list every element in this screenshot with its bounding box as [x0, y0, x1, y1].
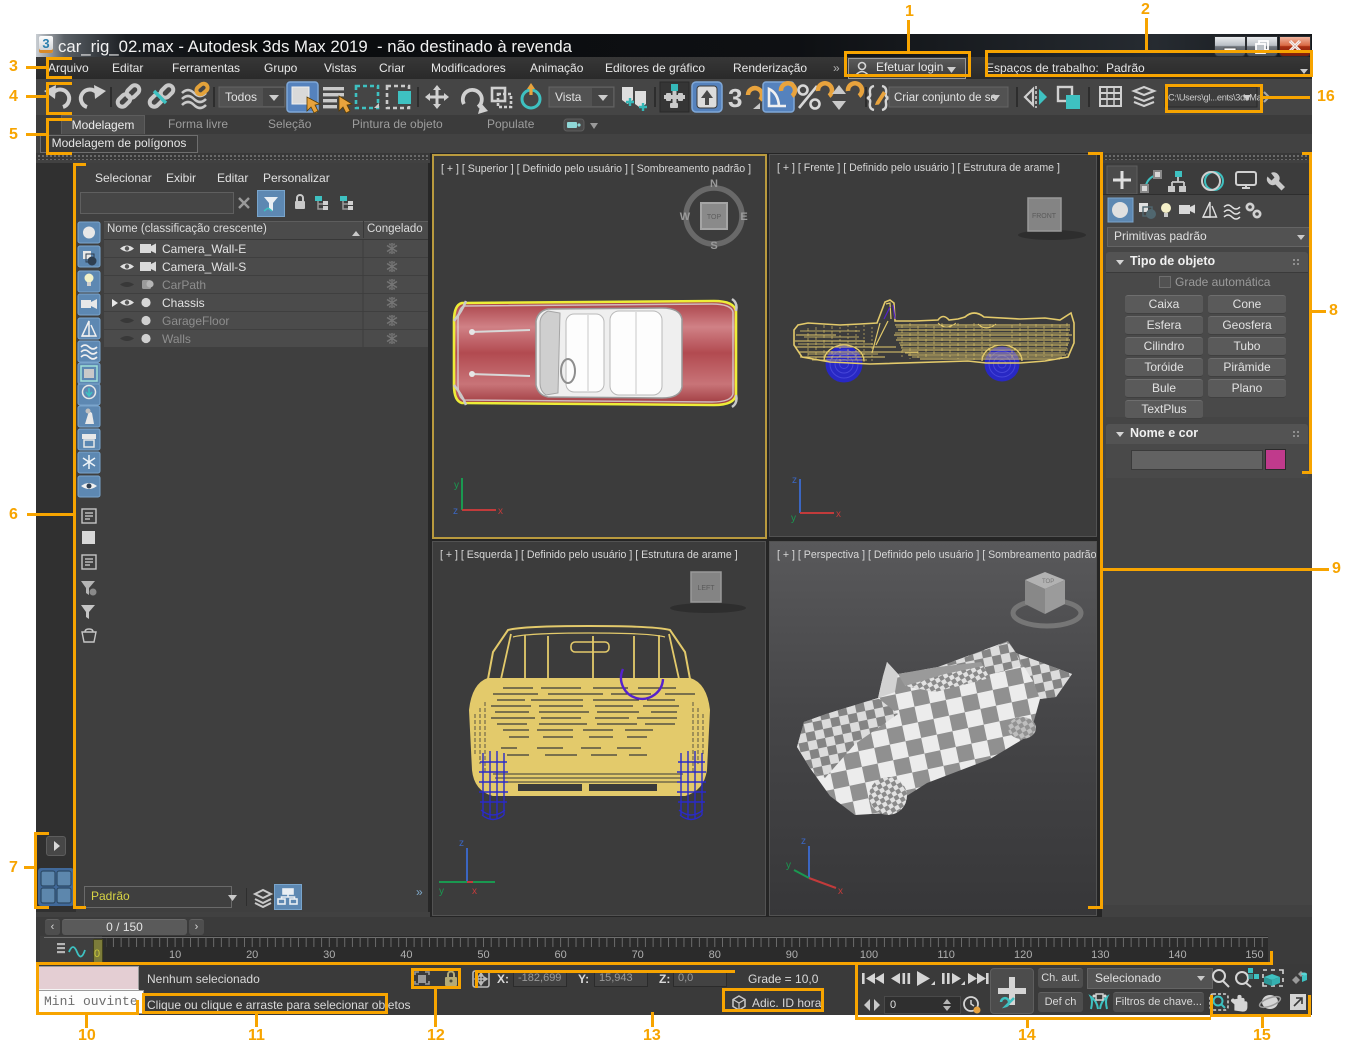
- svg-text:120: 120: [1014, 949, 1032, 961]
- svg-text:Chassis: Chassis: [162, 296, 205, 310]
- svg-text:x: x: [498, 506, 503, 517]
- svg-text:40: 40: [400, 949, 412, 961]
- svg-text:100: 100: [860, 949, 878, 961]
- svg-text:y: y: [786, 860, 791, 871]
- svg-text:CarPath: CarPath: [162, 278, 206, 292]
- svg-text:E: E: [740, 211, 747, 223]
- svg-text:N: N: [710, 178, 718, 190]
- svg-text:W: W: [680, 211, 691, 223]
- svg-text:S: S: [710, 240, 717, 250]
- svg-text:x: x: [838, 886, 843, 897]
- svg-text:z: z: [459, 838, 464, 849]
- svg-text:80: 80: [709, 949, 721, 961]
- svg-text:Camera_Wall-E: Camera_Wall-E: [162, 242, 246, 256]
- svg-text:GarageFloor: GarageFloor: [162, 314, 229, 328]
- svg-text:130: 130: [1091, 949, 1109, 961]
- svg-text:70: 70: [632, 949, 644, 961]
- svg-text:50: 50: [477, 949, 489, 961]
- svg-text:Vista: Vista: [555, 90, 582, 104]
- svg-text:Todos: Todos: [225, 90, 257, 104]
- svg-text:z: z: [801, 836, 806, 847]
- svg-text:90: 90: [786, 949, 798, 961]
- svg-text:x: x: [836, 509, 841, 520]
- svg-text:Walls: Walls: [162, 332, 191, 346]
- svg-text:10: 10: [169, 949, 181, 961]
- svg-text:TOP: TOP: [707, 214, 722, 221]
- svg-text:30: 30: [323, 949, 335, 961]
- svg-text:Criar conjunto de se: Criar conjunto de se: [894, 92, 997, 104]
- svg-text:LEFT: LEFT: [697, 585, 715, 592]
- svg-text:3: 3: [728, 83, 742, 113]
- svg-text:TOP: TOP: [1042, 579, 1054, 585]
- svg-text:z: z: [453, 506, 458, 517]
- svg-text:z: z: [792, 475, 797, 486]
- svg-text:110: 110: [937, 949, 955, 961]
- svg-text:FRONT: FRONT: [1032, 213, 1057, 220]
- svg-text:x: x: [472, 886, 477, 897]
- svg-text:20: 20: [246, 949, 258, 961]
- svg-text:150: 150: [1245, 949, 1263, 961]
- svg-text:y: y: [454, 480, 459, 491]
- svg-text:60: 60: [554, 949, 566, 961]
- svg-text:y: y: [439, 886, 444, 897]
- svg-text:140: 140: [1168, 949, 1186, 961]
- svg-text:Camera_Wall-S: Camera_Wall-S: [162, 260, 246, 274]
- svg-text:y: y: [791, 513, 796, 524]
